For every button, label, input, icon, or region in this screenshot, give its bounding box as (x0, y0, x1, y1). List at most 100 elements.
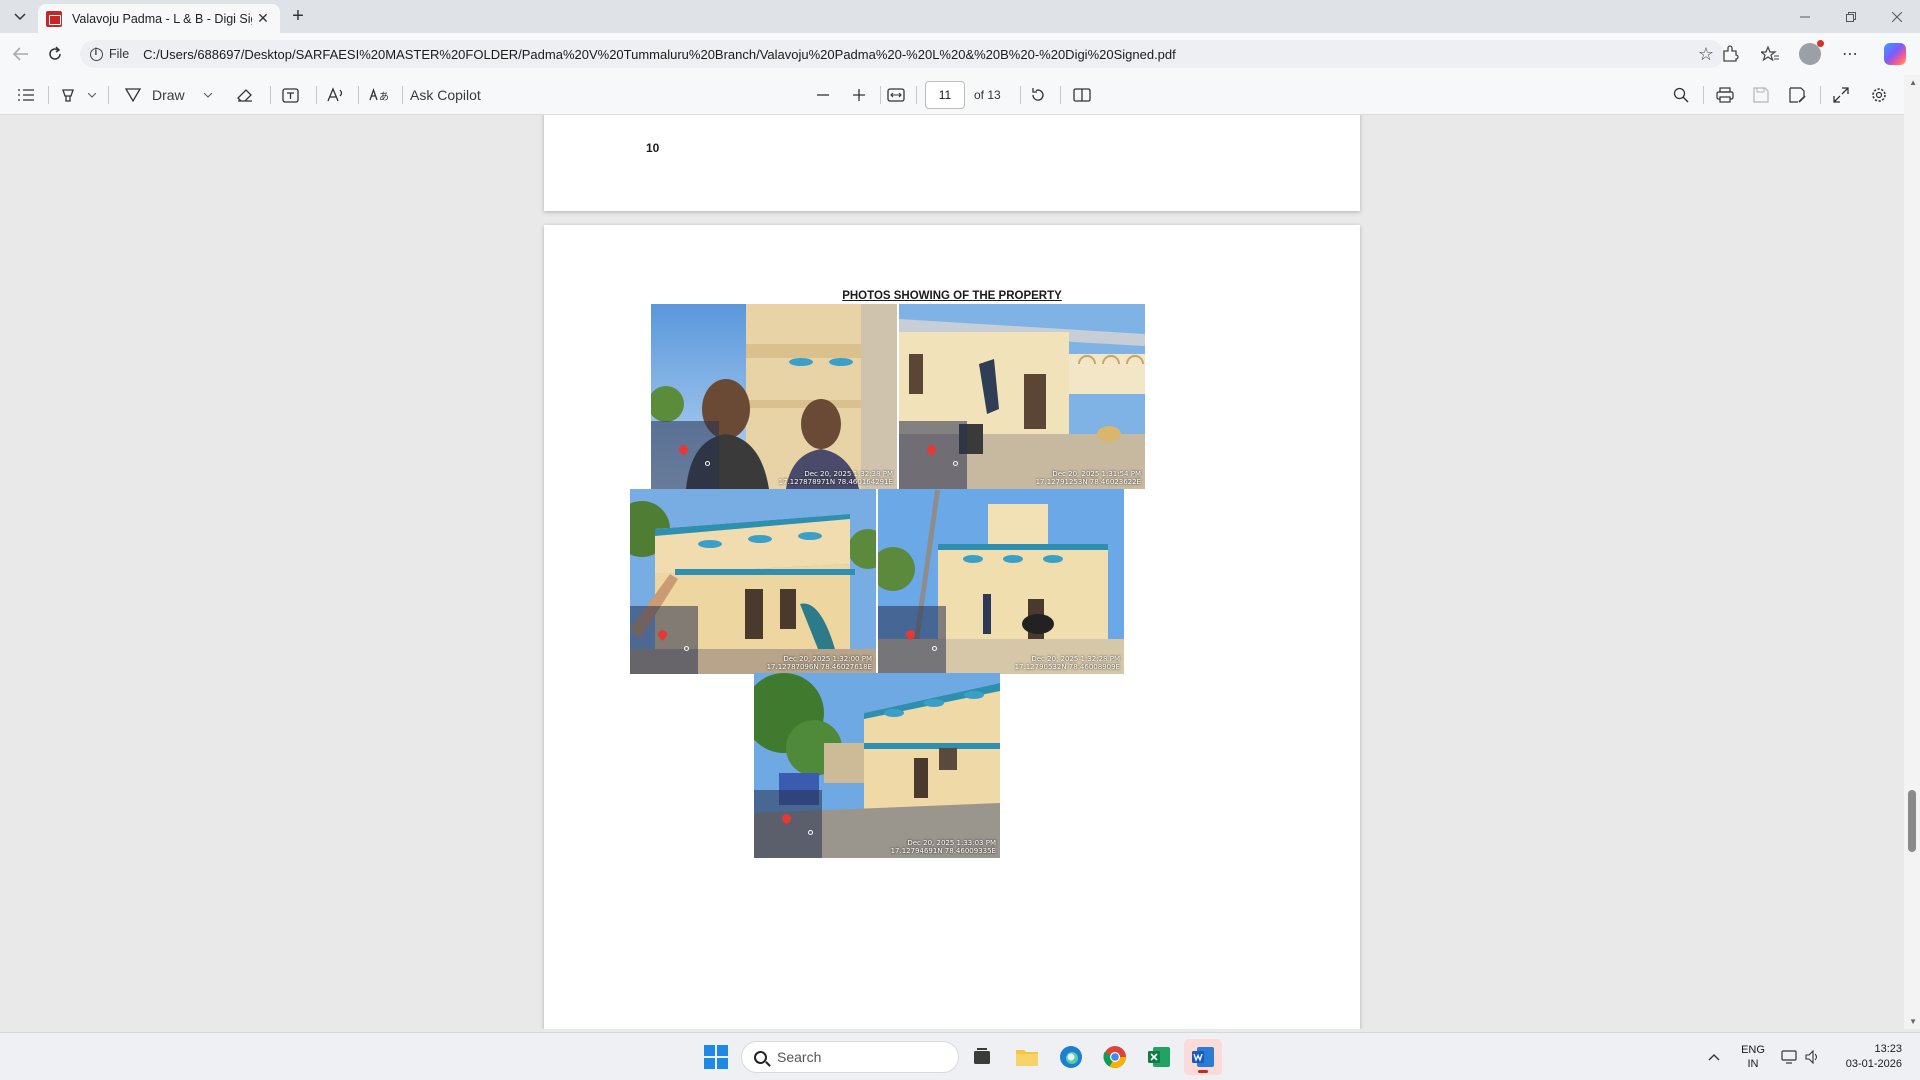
pdf-settings-button[interactable] (1866, 75, 1892, 115)
pdf-page-10: 10 (544, 115, 1360, 211)
windows-taskbar: Search ENG IN 13:23 03-01-2026 (0, 1032, 1920, 1080)
save-as-button[interactable] (1784, 75, 1810, 115)
toolbar-divider (1820, 86, 1821, 104)
excel-button[interactable] (1140, 1039, 1178, 1075)
back-button[interactable] (8, 42, 34, 66)
show-hidden-icons-button[interactable] (1702, 1033, 1726, 1080)
rotate-button[interactable] (1024, 75, 1052, 115)
language-indicator[interactable]: ENG IN (1736, 1033, 1770, 1080)
system-clock[interactable]: 13:23 03-01-2026 (1846, 1042, 1902, 1072)
pen-icon (124, 88, 142, 103)
browser-actions: ⋯ (1710, 33, 1920, 75)
toolbar-divider (1060, 86, 1061, 104)
fit-to-width-button[interactable] (882, 75, 910, 115)
settings-more-button[interactable]: ⋯ (1830, 33, 1870, 75)
property-photo-1: Dec 20, 2025 1:32:38 PM 17.127878971N 78.… (651, 304, 897, 489)
read-aloud-icon (327, 87, 343, 102)
new-tab-button[interactable]: + (286, 5, 310, 29)
translate-button[interactable]: あ (364, 75, 394, 115)
edge-icon (1060, 1046, 1082, 1068)
region-code: IN (1747, 1058, 1759, 1070)
extensions-button[interactable] (1710, 33, 1750, 75)
favorites-button[interactable] (1750, 33, 1790, 75)
fit-width-icon (887, 88, 905, 102)
draw-options-button[interactable] (200, 75, 216, 115)
task-view-icon (974, 1048, 990, 1064)
start-button[interactable] (697, 1039, 735, 1075)
erase-button[interactable] (232, 75, 258, 115)
photo-timestamp: Dec 20, 2025 1:31:54 PM 17.12791253N 78.4… (1035, 470, 1141, 486)
site-info-button[interactable]: File (90, 47, 129, 61)
copilot-button[interactable] (1870, 33, 1920, 75)
taskbar-search[interactable]: Search (741, 1041, 959, 1073)
close-window-button[interactable] (1874, 0, 1920, 33)
file-explorer-button[interactable] (1008, 1039, 1046, 1075)
toolbar-divider (1703, 86, 1704, 104)
read-aloud-button[interactable] (322, 75, 350, 115)
minimize-icon (1800, 16, 1810, 17)
network-monitor-icon (1781, 1050, 1797, 1064)
zoom-out-button[interactable] (810, 75, 836, 115)
edge-browser-button[interactable] (1052, 1039, 1090, 1075)
volume-button[interactable] (1802, 1033, 1824, 1080)
map-pin-icon (925, 443, 938, 456)
chrome-icon (1103, 1046, 1126, 1068)
document-viewport[interactable]: 10 PHOTOS SHOWING OF THE PROPERTY Dec 20 (0, 115, 1920, 1029)
refresh-button[interactable] (42, 42, 68, 66)
printer-icon (1716, 87, 1734, 103)
ask-copilot-button[interactable]: Ask Copilot (410, 75, 500, 115)
tab-actions-menu-button[interactable] (8, 6, 32, 28)
highlight-options-button[interactable] (84, 75, 100, 115)
svg-text:あ: あ (379, 91, 389, 103)
word-button[interactable] (1184, 1039, 1222, 1075)
page-number-input[interactable]: 11 (925, 81, 965, 109)
word-icon (1192, 1047, 1214, 1067)
full-screen-button[interactable] (1828, 75, 1854, 115)
vertical-scrollbar[interactable]: ▲ ▼ (1904, 75, 1920, 1029)
toolbar-divider (358, 86, 359, 104)
plus-icon (853, 89, 865, 101)
task-view-button[interactable] (963, 1039, 1001, 1075)
minimize-button[interactable] (1782, 0, 1828, 33)
pdf-file-icon (46, 10, 62, 27)
map-stamp (651, 421, 719, 489)
zoom-in-button[interactable] (846, 75, 872, 115)
find-button[interactable] (1668, 75, 1694, 115)
draw-button[interactable]: Draw (124, 75, 194, 115)
print-button[interactable] (1712, 75, 1738, 115)
restore-button[interactable] (1828, 0, 1874, 33)
scroll-up-arrow-icon[interactable]: ▲ (1909, 78, 1917, 87)
network-button[interactable] (1778, 1033, 1800, 1080)
text-box-button[interactable] (276, 75, 304, 115)
browser-tab-active[interactable]: Valavoju Padma - L & B - Digi Sig ✕ (38, 4, 280, 33)
expand-icon (1833, 87, 1849, 103)
chevron-up-icon (1708, 1053, 1720, 1060)
speaker-icon (1805, 1050, 1817, 1064)
contents-button[interactable] (12, 75, 40, 115)
scroll-thumb[interactable] (1908, 790, 1916, 852)
toolbar-divider (402, 86, 403, 104)
search-placeholder: Search (777, 1049, 822, 1065)
language-code: ENG (1741, 1044, 1765, 1056)
windows-logo-icon (704, 1045, 728, 1069)
scroll-down-arrow-icon[interactable]: ▼ (1909, 1017, 1917, 1026)
photo-timestamp: Dec 20, 2025 1:32:38 PM 17.127878971N 78.… (778, 470, 893, 486)
site-info-label: File (109, 47, 130, 61)
search-icon (754, 1050, 767, 1064)
property-photo-5: Dec 20, 2025 1:33:03 PM 17.12794691N 78.4… (754, 673, 1000, 858)
avatar (1799, 40, 1824, 65)
map-stamp (878, 606, 946, 674)
tab-close-icon[interactable]: ✕ (254, 10, 272, 27)
address-bar[interactable]: File C:/Users/688697/Desktop/SARFAESI%20… (80, 40, 1724, 68)
save-disk-icon (1753, 87, 1769, 103)
url-text[interactable]: C:/Users/688697/Desktop/SARFAESI%20MASTE… (143, 47, 1176, 62)
profile-button[interactable] (1790, 33, 1830, 75)
chrome-button[interactable] (1096, 1039, 1134, 1075)
save-button[interactable] (1748, 75, 1774, 115)
map-pin-icon (656, 628, 669, 641)
highlight-button[interactable] (56, 75, 80, 115)
title-bar: Valavoju Padma - L & B - Digi Sig ✕ + (0, 0, 1920, 33)
toolbar-divider (880, 86, 881, 104)
page-view-button[interactable] (1068, 75, 1096, 115)
pdf-page-11: PHOTOS SHOWING OF THE PROPERTY Dec 20, 2… (544, 225, 1360, 1029)
